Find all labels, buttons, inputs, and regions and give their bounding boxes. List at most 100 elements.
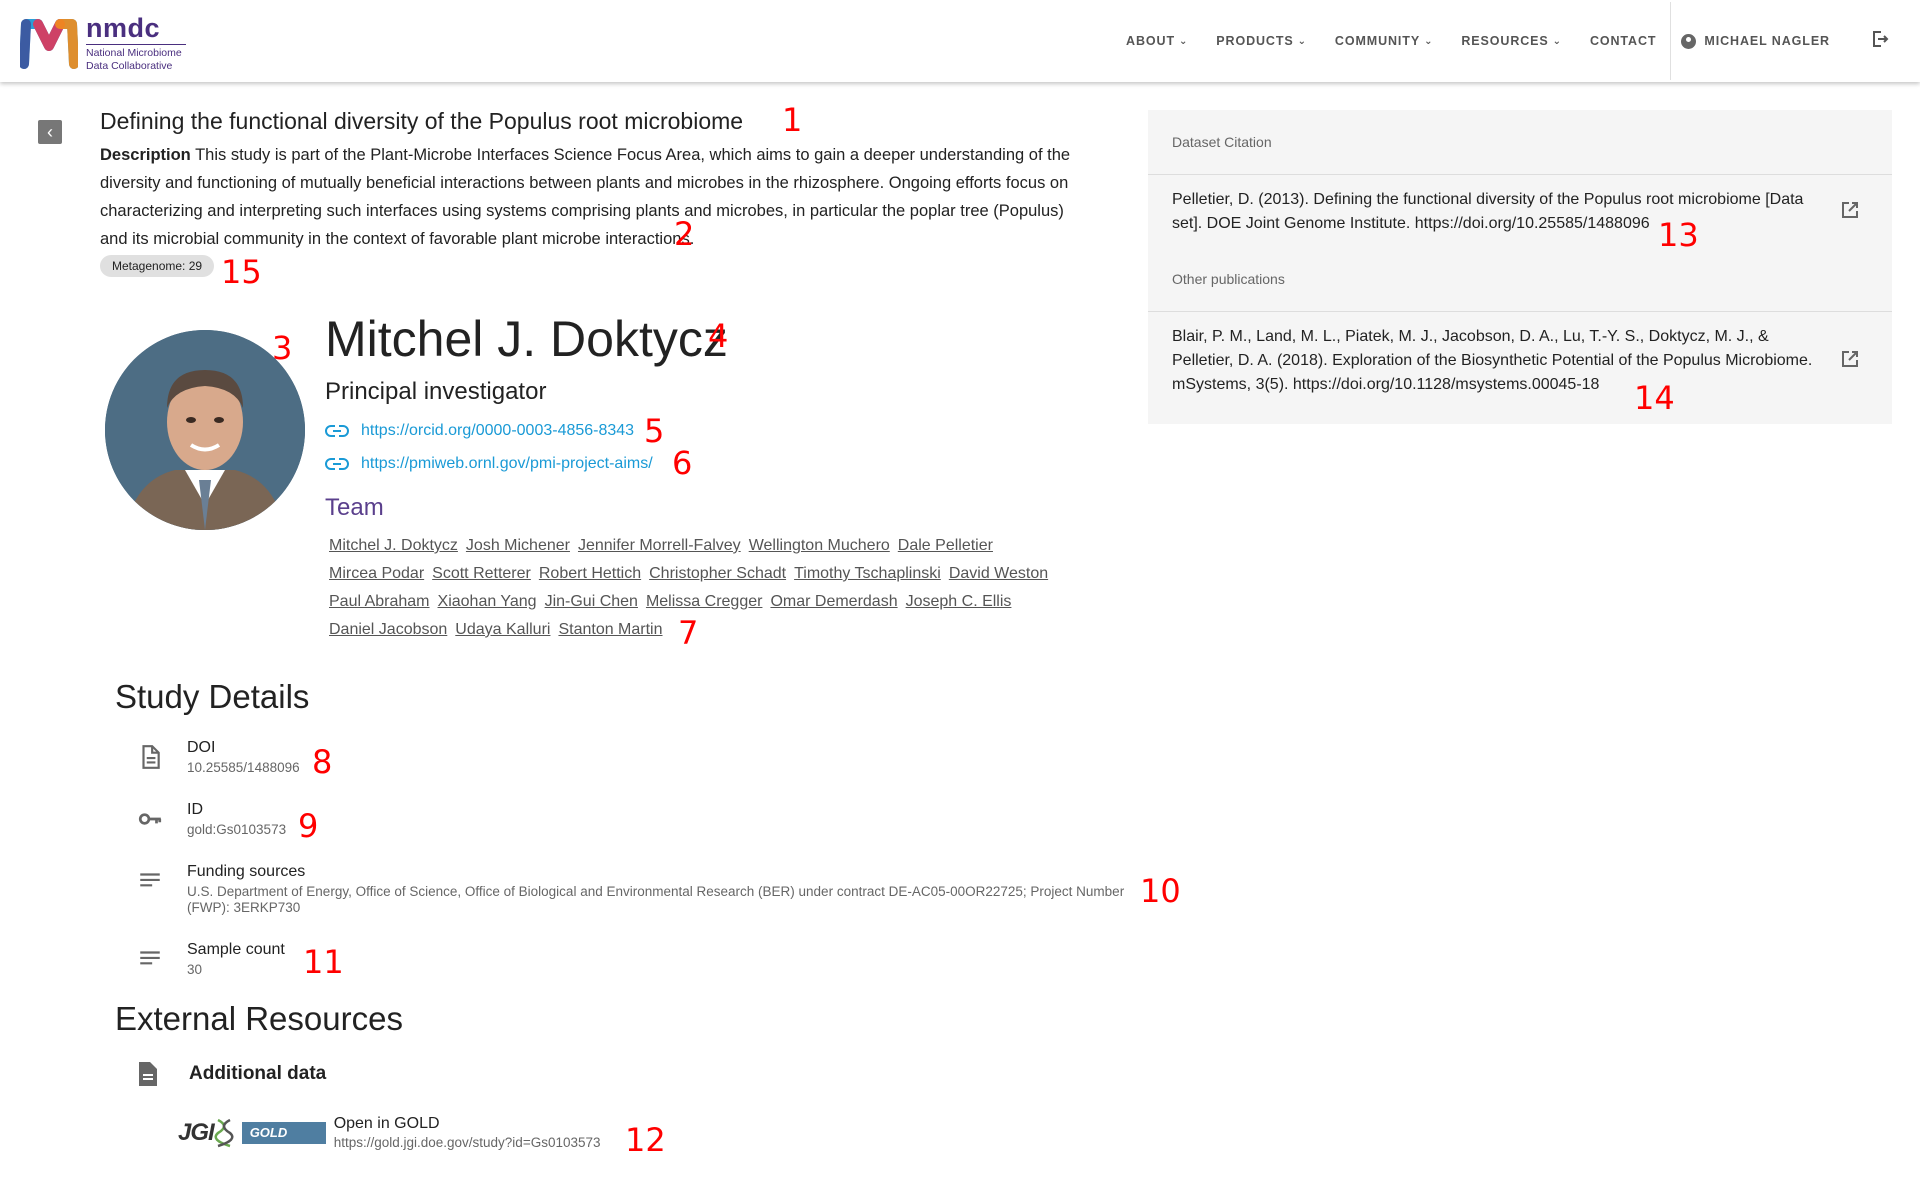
study-title: Defining the functional diversity of the… — [100, 108, 744, 134]
team-member[interactable]: Xiaohan Yang — [438, 593, 537, 611]
dataset-citation: Pelletier, D. (2013). Defining the funct… — [1172, 191, 1804, 232]
annotation-1: 1 — [782, 101, 803, 139]
team-member[interactable]: Robert Hettich — [539, 565, 641, 583]
team-row: Daniel Jacobson Udaya Kalluri Stanton Ma… — [325, 616, 1085, 644]
team-member[interactable]: Scott Retterer — [432, 565, 531, 583]
annotation-11: 11 — [303, 943, 344, 981]
top-app-bar: nmdc National Microbiome Data Collaborat… — [0, 0, 1920, 82]
file-document-icon — [142, 745, 160, 769]
annotation-9: 9 — [298, 807, 319, 845]
nmdc-logo-icon — [19, 19, 79, 69]
team-member[interactable]: Josh Michener — [466, 537, 570, 555]
annotation-14: 14 — [1634, 379, 1675, 417]
dna-icon — [214, 1118, 234, 1147]
nav-products[interactable]: PRODUCTS ⌄ — [1216, 34, 1307, 48]
user-menu[interactable]: MICHAEL NAGLER — [1681, 33, 1830, 49]
funding-detail: Funding sources U.S. Department of Energ… — [137, 862, 1124, 916]
nmdc-logo[interactable]: nmdc National Microbiome Data Collaborat… — [19, 14, 186, 72]
funding-label: Funding sources — [187, 863, 306, 880]
link-icon — [325, 425, 349, 437]
team-member[interactable]: Dale Pelletier — [898, 537, 993, 555]
team-member[interactable]: Mitchel J. Doktycz — [329, 537, 458, 555]
user-name: MICHAEL NAGLER — [1704, 34, 1830, 48]
annotation-15: 15 — [221, 253, 262, 291]
team-list: Mitchel J. Doktycz Josh Michener Jennife… — [325, 532, 1085, 644]
team-member[interactable]: Stanton Martin — [558, 621, 662, 639]
team-member[interactable]: Wellington Muchero — [749, 537, 890, 555]
chevron-left-icon: ‹ — [47, 121, 53, 142]
other-publication: Blair, P. M., Land, M. L., Piatek, M. J.… — [1172, 328, 1813, 393]
id-label: ID — [187, 801, 203, 818]
team-member[interactable]: Mircea Podar — [329, 565, 424, 583]
open-in-new-icon[interactable] — [1840, 200, 1860, 220]
sample-count-label: Sample count — [187, 941, 285, 958]
open-in-gold-label: Open in GOLD — [333, 1115, 440, 1132]
back-button[interactable]: ‹ — [38, 120, 62, 144]
nav-about-label: ABOUT — [1126, 34, 1175, 48]
nav-resources-label: RESOURCES — [1461, 34, 1549, 48]
external-resources-title: External Resources — [115, 1000, 403, 1037]
website-link[interactable]: https://pmiweb.ornl.gov/pmi-project-aims… — [361, 455, 653, 473]
team-member[interactable]: Paul Abraham — [329, 593, 430, 611]
key-icon — [138, 813, 162, 825]
team-title: Team — [325, 494, 384, 521]
annotation-3: 3 — [272, 329, 293, 367]
team-row: Mircea Podar Scott Retterer Robert Hetti… — [325, 560, 1085, 588]
nav-products-label: PRODUCTS — [1216, 34, 1294, 48]
id-value: gold:Gs0103573 — [187, 822, 287, 837]
team-member[interactable]: Udaya Kalluri — [455, 621, 550, 639]
open-in-new-icon[interactable] — [1840, 349, 1860, 369]
annotation-12: 12 — [625, 1121, 666, 1159]
doi-label: DOI — [187, 739, 216, 756]
orcid-link[interactable]: https://orcid.org/0000-0003-4856-8343 — [361, 422, 634, 440]
nav-resources[interactable]: RESOURCES ⌄ — [1461, 34, 1562, 48]
logo-subtitle: National Microbiome Data Collaborative — [86, 44, 186, 73]
file-document-icon — [139, 1062, 157, 1086]
pi-role: Principal investigator — [325, 378, 547, 405]
sample-count-detail: Sample count 30 — [137, 940, 285, 978]
logout-button[interactable] — [1870, 29, 1890, 54]
pi-name: Mitchel J. Doktycz — [325, 311, 728, 367]
text-lines-icon — [140, 873, 160, 887]
team-member[interactable]: Jin-Gui Chen — [545, 593, 638, 611]
team-member[interactable]: Christopher Schadt — [649, 565, 786, 583]
team-member[interactable]: Melissa Cregger — [646, 593, 762, 611]
annotation-13: 13 — [1658, 216, 1699, 254]
team-member[interactable]: Jennifer Morrell-Falvey — [578, 537, 741, 555]
dataset-citation-heading: Dataset Citation — [1172, 134, 1272, 150]
annotation-7: 7 — [678, 614, 699, 652]
omics-chip[interactable]: Metagenome: 29 — [100, 255, 215, 277]
gold-logo: GOLD — [241, 1121, 326, 1144]
additional-data-label: Additional data — [189, 1063, 327, 1084]
annotation-4: 4 — [708, 317, 729, 355]
additional-data-header: Additional data — [137, 1061, 326, 1087]
logout-icon — [1873, 30, 1889, 47]
gold-resource[interactable]: JGI GOLD Open in GOLD https://gold.jgi.d… — [178, 1115, 601, 1150]
team-member[interactable]: Omar Demerdash — [770, 593, 897, 611]
citations-panel: Dataset Citation Pelletier, D. (2013). D… — [1148, 110, 1892, 424]
annotation-5: 5 — [644, 412, 665, 450]
main-nav: ABOUT ⌄ PRODUCTS ⌄ COMMUNITY ⌄ RESOURCES… — [1112, 0, 1920, 82]
id-detail: ID gold:Gs0103573 — [137, 800, 286, 838]
logo-text: nmdc National Microbiome Data Collaborat… — [86, 14, 186, 73]
nav-contact[interactable]: CONTACT — [1590, 34, 1656, 48]
orcid-link-row: https://orcid.org/0000-0003-4856-8343 — [325, 422, 634, 440]
logo-name: nmdc — [86, 13, 161, 43]
team-member[interactable]: Daniel Jacobson — [329, 621, 447, 639]
team-row: Mitchel J. Doktycz Josh Michener Jennife… — [325, 532, 1085, 560]
annotation-6: 6 — [672, 444, 693, 482]
sample-count-value: 30 — [187, 962, 203, 977]
team-member[interactable]: David Weston — [949, 565, 1048, 583]
funding-value-line-1: U.S. Department of Energy, Office of Sci… — [187, 884, 1125, 899]
text-lines-icon — [140, 951, 160, 965]
description-text: This study is part of the Plant-Microbe … — [100, 146, 1071, 248]
team-member[interactable]: Joseph C. Ellis — [906, 593, 1012, 611]
link-icon — [325, 458, 349, 470]
nav-divider — [1670, 2, 1672, 80]
nav-community[interactable]: COMMUNITY ⌄ — [1335, 34, 1433, 48]
nav-about[interactable]: ABOUT ⌄ — [1126, 34, 1188, 48]
chevron-down-icon: ⌄ — [1297, 35, 1307, 47]
nav-community-label: COMMUNITY — [1334, 34, 1421, 48]
gold-url: https://gold.jgi.doe.gov/study?id=Gs0103… — [333, 1135, 601, 1150]
team-member[interactable]: Timothy Tschaplinski — [794, 565, 941, 583]
